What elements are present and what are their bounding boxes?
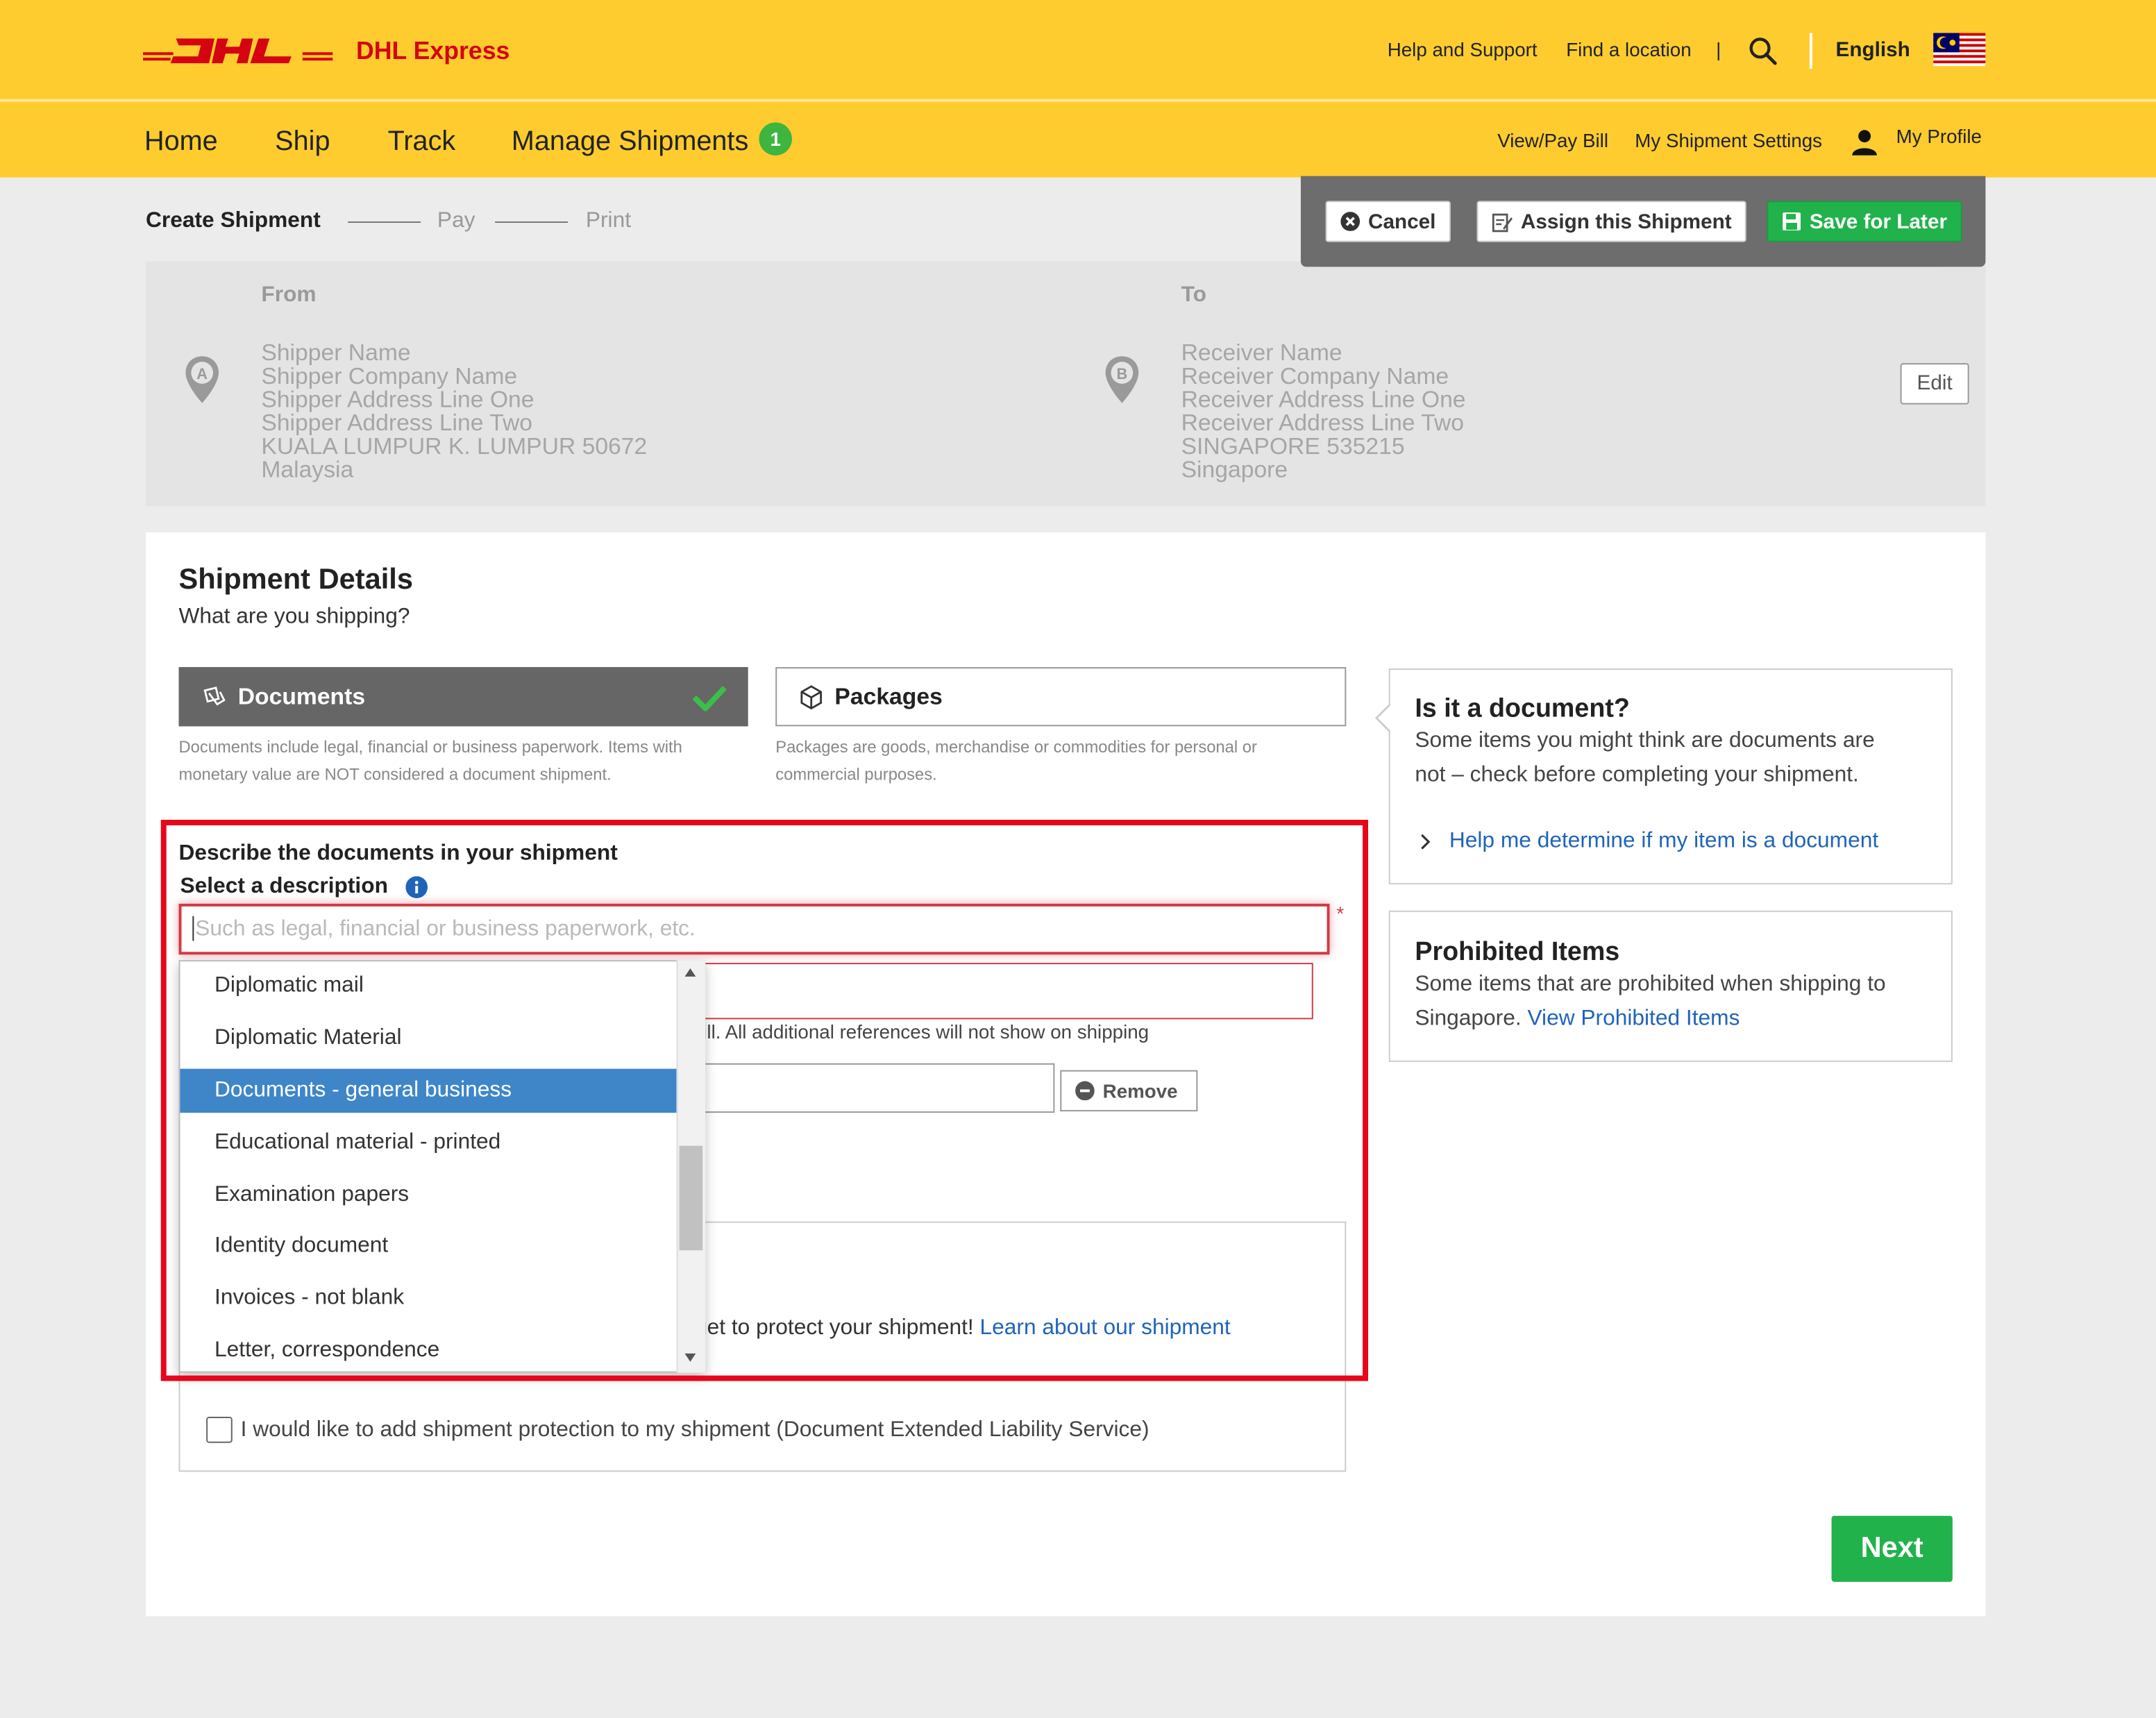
language-selector[interactable]: English	[1836, 38, 1910, 62]
from-address-line: Shipper Name	[261, 339, 411, 367]
header-divider-text: |	[1716, 38, 1721, 61]
packages-description-line: commercial purposes.	[775, 764, 937, 784]
from-address-line: Shipper Company Name	[261, 363, 518, 389]
chevron-right-icon	[1421, 834, 1431, 850]
prohibited-items-text: Some items that are prohibited when ship…	[1415, 967, 1885, 1036]
from-label: From	[261, 283, 317, 307]
is-it-document-text-line: Some items you might think are documents…	[1415, 729, 1875, 752]
callout-pointer-fill	[1377, 704, 1392, 732]
is-it-document-title: Is it a document?	[1415, 694, 1630, 724]
view-prohibited-items-link[interactable]: View Prohibited Items	[1527, 1007, 1740, 1031]
my-profile-link[interactable]: My Profile	[1896, 125, 1982, 147]
from-address-line: Malaysia	[261, 456, 354, 483]
packages-label: Packages	[834, 682, 943, 709]
is-it-document-text-line: not – check before completing your shipm…	[1415, 763, 1859, 787]
from-address-line: Shipper Address Line One	[261, 386, 534, 413]
search-icon[interactable]	[1748, 36, 1778, 67]
to-address-line: Receiver Company Name	[1181, 363, 1449, 389]
highlight-annotation-box	[160, 820, 1368, 1381]
map-pin-icon: A	[185, 356, 219, 403]
step-connector	[495, 221, 569, 224]
assign-icon	[1492, 212, 1513, 232]
cancel-icon	[1340, 212, 1361, 231]
map-pin-icon: B	[1105, 356, 1139, 403]
prohibited-items-title: Prohibited Items	[1415, 938, 1620, 968]
packages-description-line: Packages are goods, merchandise or commo…	[775, 737, 1257, 757]
assign-shipment-button[interactable]: Assign this Shipment	[1476, 201, 1747, 242]
to-address: Receiver Name Receiver Company Name Rece…	[1181, 341, 1466, 481]
nav-home[interactable]: Home	[144, 126, 218, 158]
nav-manage-shipments[interactable]: Manage Shipments	[512, 126, 748, 158]
from-marker: A	[196, 365, 208, 382]
shipment-details-subtitle: What are you shipping?	[178, 605, 410, 629]
step-create-shipment: Create Shipment	[145, 209, 321, 233]
header-separator	[1809, 33, 1812, 69]
to-address-line: Singapore	[1181, 456, 1288, 483]
from-address-line: Shipper Address Line Two	[261, 410, 533, 437]
checkmark-icon	[692, 686, 727, 711]
help-determine-document-link[interactable]: Help me determine if my item is a docume…	[1449, 824, 1878, 859]
edit-address-button[interactable]: Edit	[1900, 363, 1969, 405]
to-address-line: Receiver Address Line One	[1181, 386, 1466, 413]
shipment-protection-checkbox[interactable]	[206, 1417, 233, 1443]
find-location-link[interactable]: Find a location	[1566, 38, 1691, 60]
from-address-line: KUALA LUMPUR K. LUMPUR 50672	[261, 433, 648, 460]
shipment-details-title: Shipment Details	[178, 564, 414, 596]
from-address: Shipper Name Shipper Company Name Shippe…	[261, 341, 647, 481]
manage-shipments-count-badge: 1	[759, 122, 792, 155]
nav-track[interactable]: Track	[388, 126, 456, 158]
save-label: Save for Later	[1809, 210, 1948, 233]
to-marker: B	[1117, 365, 1128, 382]
brand-name: DHL Express	[356, 37, 510, 65]
documents-label: Documents	[237, 682, 366, 709]
prohibited-items-text-line: Singapore. View Prohibited Items	[1415, 1002, 1885, 1036]
step-pay: Pay	[437, 209, 475, 233]
packages-type-button[interactable]: Packages	[775, 667, 1347, 727]
to-address-line: Receiver Address Line Two	[1181, 410, 1465, 437]
documents-type-button[interactable]: Documents	[178, 667, 748, 727]
next-button[interactable]: Next	[1831, 1515, 1953, 1582]
shipment-settings-link[interactable]: My Shipment Settings	[1635, 129, 1822, 151]
prohibited-country: Singapore.	[1415, 1007, 1522, 1031]
save-for-later-button[interactable]: Save for Later	[1767, 201, 1962, 242]
step-print: Print	[585, 209, 632, 233]
help-support-link[interactable]: Help and Support	[1388, 38, 1538, 60]
assign-label: Assign this Shipment	[1520, 210, 1732, 233]
save-icon	[1783, 212, 1801, 230]
documents-description-line: Documents include legal, financial or bu…	[178, 737, 682, 757]
to-address-line: Receiver Name	[1181, 339, 1342, 367]
to-address-line: SINGAPORE 535215	[1181, 433, 1405, 460]
shipment-protection-label: I would like to add shipment protection …	[240, 1418, 1149, 1442]
documents-icon	[203, 686, 226, 705]
malaysia-flag-icon[interactable]	[1933, 33, 1986, 67]
user-icon[interactable]	[1851, 128, 1878, 155]
documents-description: Documents include legal, financial or bu…	[179, 733, 682, 788]
nav-ship[interactable]: Ship	[275, 126, 330, 158]
to-label: To	[1181, 283, 1206, 307]
packages-icon	[800, 684, 822, 709]
view-pay-bill-link[interactable]: View/Pay Bill	[1497, 129, 1608, 151]
dhl-logo[interactable]	[143, 28, 333, 74]
prohibited-items-text-line: Some items that are prohibited when ship…	[1415, 972, 1886, 996]
cancel-label: Cancel	[1367, 210, 1436, 233]
step-connector	[348, 221, 421, 224]
packages-description: Packages are goods, merchandise or commo…	[775, 733, 1257, 788]
is-it-document-text: Some items you might think are documents…	[1415, 723, 1874, 792]
documents-description-line: monetary value are NOT considered a docu…	[178, 764, 612, 784]
cancel-button[interactable]: Cancel	[1325, 201, 1451, 242]
